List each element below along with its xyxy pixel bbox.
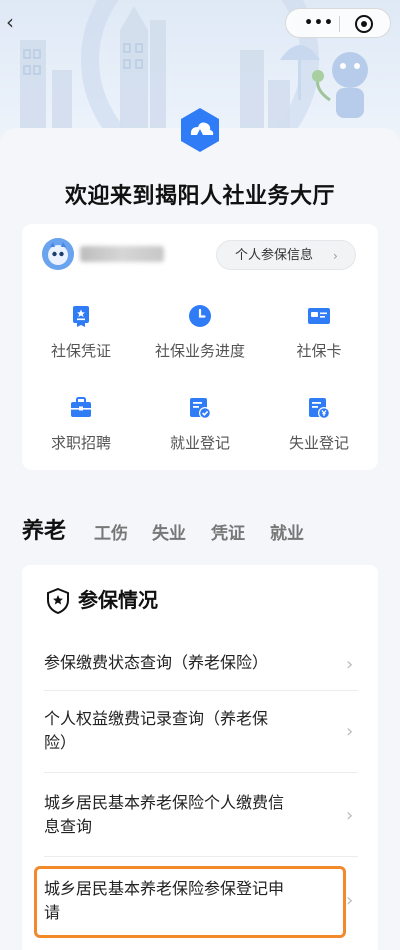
tab-certificate[interactable]: 凭证: [211, 516, 245, 552]
service-unemployment-register[interactable]: 失业登记: [260, 396, 378, 466]
clock-icon: [189, 305, 211, 327]
register-yen-icon: [309, 398, 330, 419]
more-icon[interactable]: •••: [304, 15, 334, 31]
service-job-recruitment[interactable]: 求职招聘: [22, 396, 140, 466]
chevron-right-icon: ›: [333, 249, 338, 263]
tab-work-injury[interactable]: 工伤: [94, 516, 128, 552]
register-check-icon: [190, 398, 211, 419]
chevron-right-icon: ›: [346, 654, 354, 675]
cartoon-avatar-icon: [42, 238, 74, 270]
section-title: 参保情况: [78, 588, 158, 612]
close-target-icon[interactable]: [355, 15, 373, 33]
username-redacted: [80, 246, 164, 262]
list-item-label: 个人权益缴费记录查询（养老保 险）: [44, 709, 269, 752]
certificate-icon: [73, 306, 89, 327]
list-item[interactable]: 城乡居民基本养老保险个人缴费信 息查询 ›: [44, 773, 358, 857]
personal-insurance-info-button[interactable]: 个人参保信息 ›: [216, 240, 356, 270]
chevron-right-icon: ›: [346, 805, 354, 826]
briefcase-icon: [71, 397, 91, 417]
mini-program-capsule: •••: [285, 8, 391, 38]
service-social-certificate[interactable]: 社保凭证: [22, 304, 140, 374]
hr-bureau-logo-icon: [181, 108, 219, 152]
chevron-right-icon: ›: [346, 890, 354, 911]
page-title: 欢迎来到揭阳人社业务大厅: [64, 184, 335, 209]
service-employment-register[interactable]: 就业登记: [141, 396, 259, 466]
service-label: 就业登记: [169, 434, 230, 452]
service-business-progress[interactable]: 社保业务进度: [141, 304, 259, 374]
service-label: 社保卡: [296, 342, 342, 360]
tab-employment[interactable]: 就业: [270, 516, 304, 552]
tab-pension[interactable]: 养老: [22, 514, 66, 550]
card-icon: [308, 308, 330, 324]
back-icon[interactable]: ‹: [6, 10, 26, 34]
shield-star-icon: [47, 588, 69, 614]
list-item-label: 城乡居民基本养老保险个人缴费信 息查询: [44, 793, 285, 836]
avatar[interactable]: [42, 238, 74, 270]
tab-unemployment[interactable]: 失业: [152, 516, 186, 552]
service-social-card[interactable]: 社保卡: [260, 304, 378, 374]
list-item[interactable]: 参保缴费状态查询（养老保险） ›: [44, 639, 358, 691]
service-label: 社保业务进度: [154, 342, 245, 360]
chevron-right-icon: ›: [346, 721, 354, 742]
capsule-divider: [339, 16, 340, 32]
user-service-card: 个人参保信息 › 社保凭证 社保业务进度 社保卡 求职招聘 就业登记 失业登记: [22, 224, 378, 470]
service-label: 求职招聘: [50, 434, 111, 452]
info-button-label: 个人参保信息: [235, 248, 314, 263]
service-label: 失业登记: [288, 434, 349, 452]
list-item[interactable]: 个人权益缴费记录查询（养老保 险） ›: [44, 691, 358, 773]
highlight-box: [34, 866, 346, 938]
list-item-label: 参保缴费状态查询（养老保险）: [44, 653, 269, 672]
category-tabs: 养老 工伤 失业 凭证 就业: [22, 514, 382, 550]
service-label: 社保凭证: [50, 342, 111, 360]
